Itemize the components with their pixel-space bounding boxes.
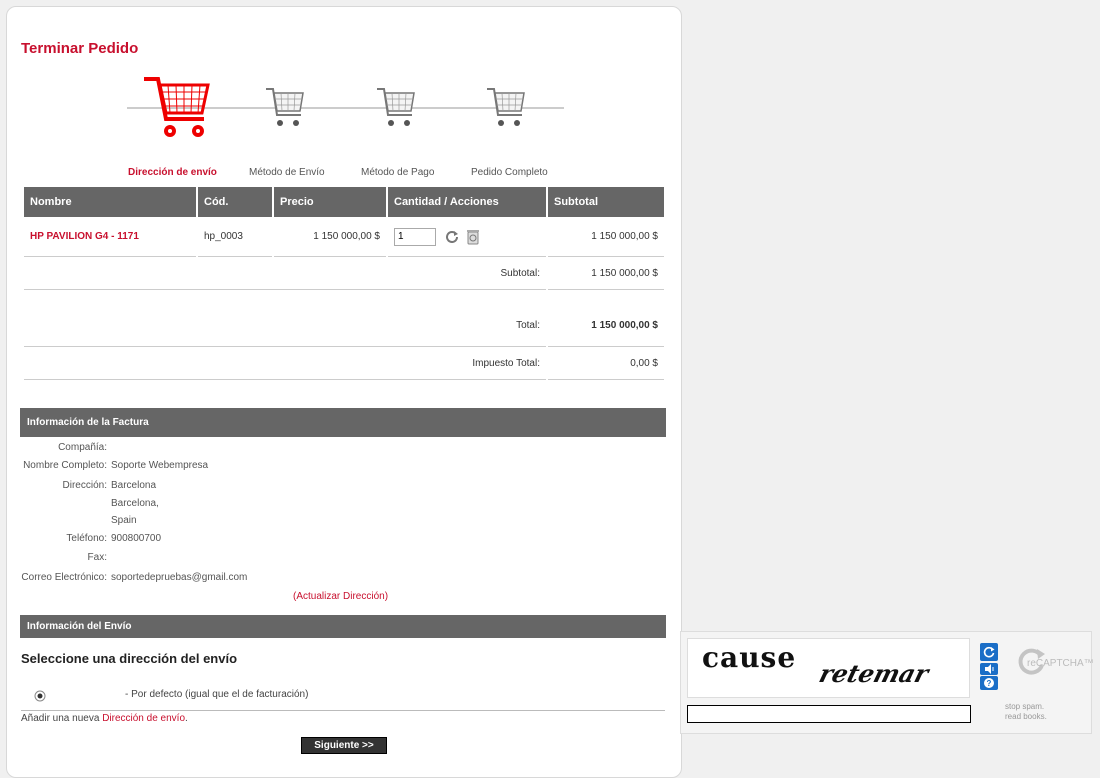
recaptcha-widget: cause retemar ? reCAPTCHA™ stop spam. re… bbox=[680, 631, 1094, 734]
fax-label: Fax: bbox=[87, 552, 107, 563]
captcha-help-icon[interactable]: ? bbox=[980, 676, 998, 690]
recaptcha-tagline-2: read books. bbox=[1005, 712, 1047, 721]
recaptcha-tagline-1: stop spam. bbox=[1005, 702, 1045, 711]
cart-table: Nombre Cód. Precio Cantidad / Acciones S… bbox=[22, 187, 666, 380]
add-shipping-address-text: Añadir una nueva Dirección de envío. bbox=[21, 713, 188, 724]
captcha-image: cause retemar bbox=[687, 638, 970, 698]
column-header-name: Nombre bbox=[24, 187, 196, 217]
svg-text:?: ? bbox=[987, 679, 992, 688]
product-subtotal: 1 150 000,00 $ bbox=[548, 217, 664, 257]
column-header-subtotal: Subtotal bbox=[548, 187, 664, 217]
refresh-icon[interactable] bbox=[445, 229, 459, 244]
full-name-label: Nombre Completo: bbox=[23, 460, 107, 471]
address-label: Dirección: bbox=[62, 480, 107, 491]
product-name-link[interactable]: HP PAVILION G4 - 1171 bbox=[24, 217, 196, 257]
address-line-1: Barcelona bbox=[111, 480, 157, 491]
add-shipping-address-link[interactable]: Dirección de envío bbox=[102, 713, 185, 724]
total-row: Total: 1 150 000,00 $ bbox=[24, 290, 664, 347]
default-address-option-label: - Por defecto (igual que el de facturaci… bbox=[125, 689, 309, 700]
page-title: Terminar Pedido bbox=[21, 40, 139, 57]
phone-value: 900800700 bbox=[111, 533, 162, 544]
default-address-radio[interactable] bbox=[34, 690, 46, 702]
company-label: Compañía: bbox=[58, 442, 107, 453]
add-address-prefix: Añadir una nueva bbox=[21, 713, 100, 724]
subtotal-label: Subtotal: bbox=[24, 257, 546, 290]
step-label-shipping-method: Método de Envío bbox=[249, 167, 325, 178]
phone-label: Teléfono: bbox=[66, 533, 107, 544]
next-button[interactable]: Siguiente >> bbox=[301, 737, 387, 754]
billing-info-header: Información de la Factura bbox=[20, 408, 666, 437]
cart-step-1-active-icon bbox=[144, 77, 210, 137]
subtotal-value: 1 150 000,00 $ bbox=[548, 257, 664, 290]
product-code: hp_0003 bbox=[198, 217, 272, 257]
recaptcha-logo-text: reCAPTCHA™ bbox=[1027, 658, 1094, 669]
table-row: HP PAVILION G4 - 1171 hp_0003 1 150 000,… bbox=[24, 217, 664, 257]
column-header-code: Cód. bbox=[198, 187, 272, 217]
subtotal-row: Subtotal: 1 150 000,00 $ bbox=[24, 257, 664, 290]
tax-label: Impuesto Total: bbox=[24, 347, 546, 380]
add-address-suffix: . bbox=[185, 713, 188, 724]
email-label: Correo Electrónico: bbox=[21, 572, 107, 583]
captcha-word-1: cause bbox=[702, 641, 797, 674]
quantity-input[interactable] bbox=[394, 227, 436, 246]
tax-row: Impuesto Total: 0,00 $ bbox=[24, 347, 664, 380]
shipping-info-header: Información del Envío bbox=[20, 615, 666, 638]
column-header-price: Precio bbox=[274, 187, 386, 217]
cart-step-2-icon bbox=[266, 88, 304, 126]
captcha-word-2: retemar bbox=[816, 659, 932, 688]
total-value: 1 150 000,00 $ bbox=[548, 290, 664, 347]
trash-icon[interactable] bbox=[466, 228, 480, 245]
divider bbox=[21, 710, 665, 711]
captcha-audio-icon[interactable] bbox=[980, 663, 998, 675]
update-address-link[interactable]: (Actualizar Dirección) bbox=[293, 591, 388, 602]
total-label: Total: bbox=[24, 290, 546, 347]
cart-step-4-icon bbox=[487, 88, 525, 126]
address-line-2: Barcelona, bbox=[111, 498, 159, 509]
step-label-order-complete: Pedido Completo bbox=[471, 167, 548, 178]
checkout-panel: Terminar Pedido Dirección de envío Métod… bbox=[6, 6, 682, 778]
address-line-3: Spain bbox=[111, 515, 137, 526]
step-label-payment-method: Método de Pago bbox=[361, 167, 435, 178]
shipping-address-heading: Seleccione una dirección del envío bbox=[21, 651, 238, 666]
recaptcha-tagline: stop spam. read books. bbox=[1005, 702, 1047, 722]
step-label-shipping-address[interactable]: Dirección de envío bbox=[128, 167, 217, 178]
cart-step-3-icon bbox=[377, 88, 415, 126]
captcha-response-input[interactable] bbox=[687, 705, 971, 723]
quantity-actions-cell bbox=[388, 217, 546, 257]
full-name-value: Soporte Webempresa bbox=[111, 460, 209, 471]
column-header-quantity-actions: Cantidad / Acciones bbox=[388, 187, 546, 217]
product-price: 1 150 000,00 $ bbox=[274, 217, 386, 257]
tax-value: 0,00 $ bbox=[548, 347, 664, 380]
cart-table-header-row: Nombre Cód. Precio Cantidad / Acciones S… bbox=[24, 187, 664, 217]
email-value: soportedepruebas@gmail.com bbox=[111, 572, 248, 583]
captcha-reload-icon[interactable] bbox=[980, 643, 998, 661]
